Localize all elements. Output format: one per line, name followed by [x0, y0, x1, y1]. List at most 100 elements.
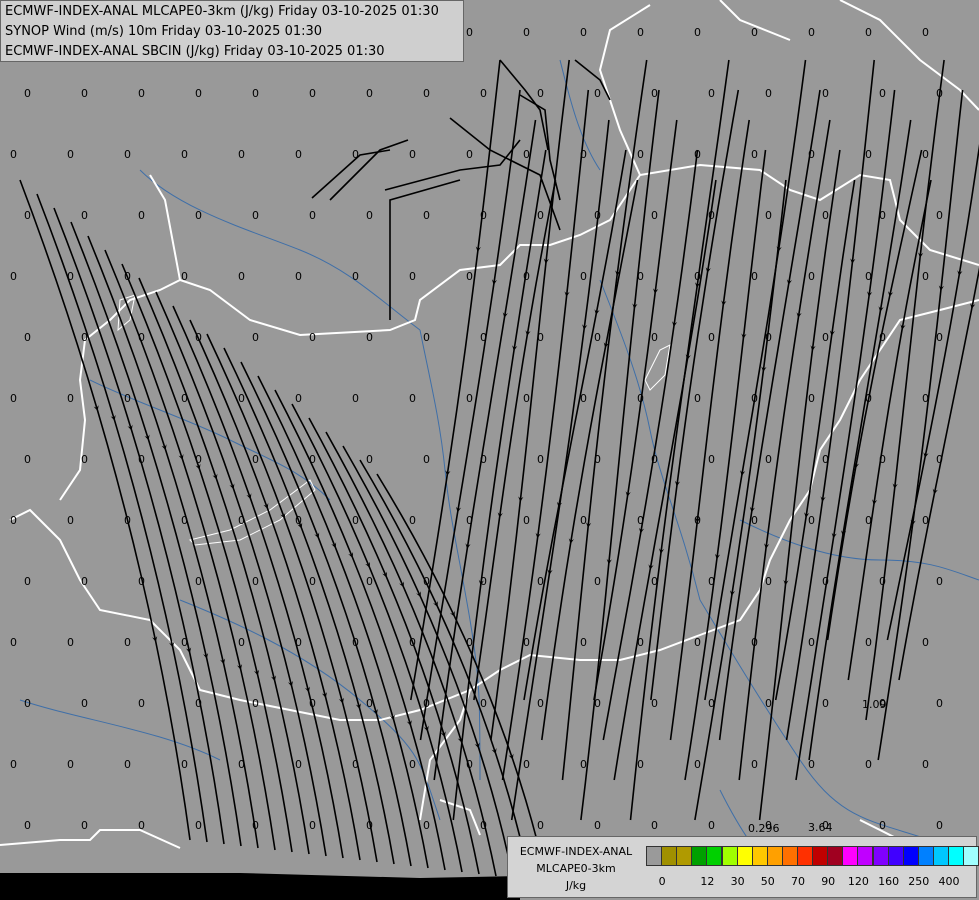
value-label: 0 — [409, 392, 416, 405]
value-label: 0 — [922, 392, 929, 405]
value-label: 0 — [81, 453, 88, 466]
value-label: 0 — [637, 636, 644, 649]
value-label: 0 — [537, 575, 544, 588]
value-label: 0 — [138, 87, 145, 100]
value-label: 0 — [765, 209, 772, 222]
legend-swatch — [766, 846, 783, 866]
value-label-3-64: 3.64 — [808, 821, 833, 834]
value-label: 0 — [181, 270, 188, 283]
value-label: 0 — [879, 209, 886, 222]
value-label: 0 — [366, 819, 373, 832]
value-label: 0 — [81, 87, 88, 100]
value-label: 0 — [694, 392, 701, 405]
legend-tick-label: 250 — [908, 875, 930, 888]
value-label: 0 — [24, 819, 31, 832]
value-label: 0 — [195, 819, 202, 832]
value-label: 0 — [480, 575, 487, 588]
value-label: 0 — [309, 575, 316, 588]
value-label: 0 — [124, 514, 131, 527]
value-label: 0 — [822, 209, 829, 222]
value-label: 0 — [138, 697, 145, 710]
value-label: 0 — [537, 453, 544, 466]
color-legend: ECMWF-INDEX-ANAL MLCAPE0-3km J/kg 0 12 30 5… — [507, 836, 979, 898]
value-label: 0 — [181, 392, 188, 405]
value-label: 0 — [865, 392, 872, 405]
value-label: 0 — [138, 331, 145, 344]
value-label: 0 — [10, 270, 17, 283]
value-label: 0 — [808, 636, 815, 649]
value-label: 0 — [480, 209, 487, 222]
value-label: 0 — [694, 270, 701, 283]
value-label: 0 — [580, 148, 587, 161]
value-label: 0 — [708, 209, 715, 222]
value-label: 0 — [138, 209, 145, 222]
value-label: 0 — [865, 758, 872, 771]
value-label: 0 — [808, 26, 815, 39]
value-label: 0 — [651, 575, 658, 588]
value-label: 0 — [67, 758, 74, 771]
value-label: 0 — [480, 87, 487, 100]
value-label: 0 — [195, 575, 202, 588]
value-label: 0 — [252, 453, 259, 466]
value-label: 0 — [67, 514, 74, 527]
value-label: 0 — [751, 758, 758, 771]
value-label: 0 — [822, 453, 829, 466]
legend-model: ECMWF-INDEX-ANAL — [519, 845, 633, 858]
value-label: 0 — [708, 453, 715, 466]
value-label: 0 — [138, 819, 145, 832]
value-label: 0 — [523, 270, 530, 283]
value-label-0-296: 0.296 — [748, 822, 780, 835]
value-label: 0 — [67, 270, 74, 283]
value-label: 0 — [751, 26, 758, 39]
value-label: 0 — [865, 636, 872, 649]
value-label: 0 — [651, 331, 658, 344]
value-label: 0 — [195, 87, 202, 100]
value-label: 0 — [765, 575, 772, 588]
value-label: 0 — [181, 148, 188, 161]
value-label: 0 — [238, 636, 245, 649]
value-label: 0 — [537, 819, 544, 832]
value-label: 0 — [523, 758, 530, 771]
value-label: 0 — [637, 148, 644, 161]
value-label: 0 — [366, 209, 373, 222]
value-label: 0 — [808, 392, 815, 405]
value-label: 0 — [423, 819, 430, 832]
value-label: 0 — [423, 209, 430, 222]
value-label: 0 — [765, 331, 772, 344]
value-label: 0 — [651, 819, 658, 832]
value-label: 0 — [466, 758, 473, 771]
legend-swatch — [917, 846, 934, 866]
legend-swatch — [948, 846, 965, 866]
value-label: 0 — [24, 697, 31, 710]
value-label: 0 — [594, 331, 601, 344]
value-label: 0 — [922, 514, 929, 527]
value-label: 0 — [637, 26, 644, 39]
value-label: 0 — [708, 87, 715, 100]
value-label: 0 — [879, 453, 886, 466]
value-label: 0 — [352, 514, 359, 527]
value-label: 0 — [637, 270, 644, 283]
value-label: 0 — [480, 819, 487, 832]
value-label: 0 — [865, 26, 872, 39]
value-label: 0 — [822, 697, 829, 710]
value-label: 0 — [594, 87, 601, 100]
value-label: 0 — [195, 331, 202, 344]
legend-swatch — [857, 846, 874, 866]
value-label: 0 — [466, 26, 473, 39]
value-label: 0 — [808, 148, 815, 161]
value-label: 0 — [537, 697, 544, 710]
value-label: 0 — [879, 87, 886, 100]
value-label: 0 — [808, 758, 815, 771]
value-label: 0 — [252, 575, 259, 588]
legend-swatch — [781, 846, 798, 866]
value-label: 0 — [309, 209, 316, 222]
value-label: 0 — [81, 819, 88, 832]
value-label: 0 — [81, 331, 88, 344]
value-label: 0 — [238, 270, 245, 283]
value-label: 0 — [822, 331, 829, 344]
value-label: 0 — [238, 758, 245, 771]
value-label: 0 — [67, 392, 74, 405]
legend-swatch — [736, 846, 753, 866]
value-label: 0 — [879, 819, 886, 832]
value-label: 0 — [523, 148, 530, 161]
